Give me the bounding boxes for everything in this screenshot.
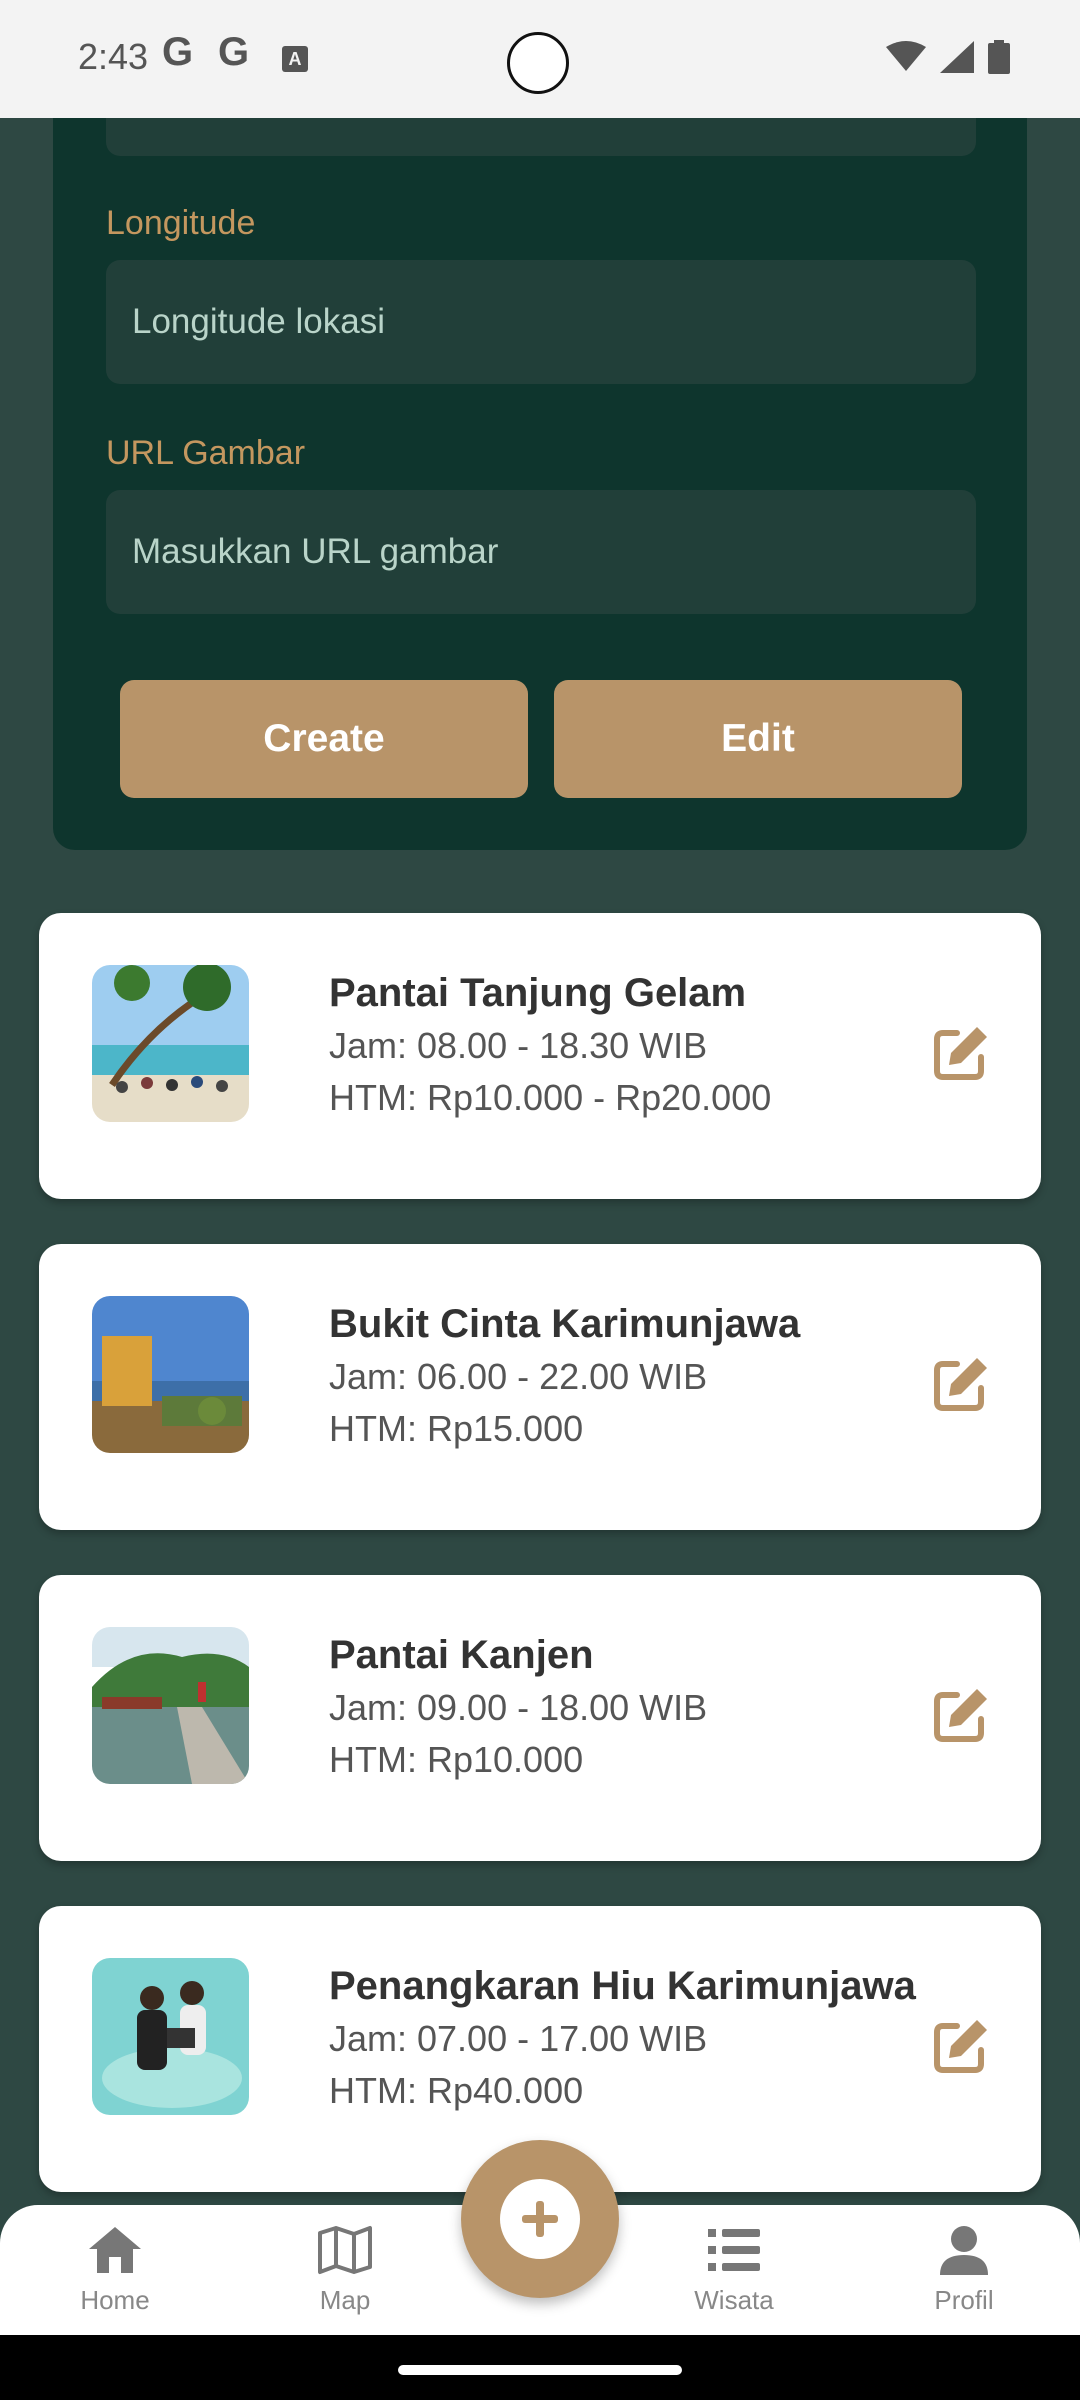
list-item[interactable]: Pantai Kanjen Jam: 09.00 - 18.00 WIB HTM… xyxy=(39,1575,1041,1861)
map-icon xyxy=(318,2226,372,2274)
home-gesture-handle[interactable] xyxy=(398,2365,682,2375)
google-icon: G xyxy=(218,30,250,74)
latitude-input-partial[interactable] xyxy=(106,118,976,156)
edit-icon[interactable] xyxy=(931,1023,991,1083)
longitude-input[interactable] xyxy=(106,260,976,384)
edit-icon[interactable] xyxy=(931,1685,991,1745)
nav-home[interactable]: Home xyxy=(40,2225,190,2316)
item-price: HTM: Rp15.000 xyxy=(329,1408,584,1449)
edit-icon[interactable] xyxy=(931,1354,991,1414)
google-icon: G xyxy=(162,30,194,74)
nav-home-label: Home xyxy=(80,2285,150,2315)
item-title: Penangkaran Hiu Karimunjawa xyxy=(329,1964,916,2008)
wifi-icon xyxy=(886,41,926,71)
create-button[interactable]: Create xyxy=(120,680,528,798)
item-thumbnail xyxy=(92,1296,249,1453)
status-bar: 2:43 G G A xyxy=(0,0,1080,118)
list-item[interactable]: Pantai Tanjung Gelam Jam: 08.00 - 18.30 … xyxy=(39,913,1041,1199)
plus-icon xyxy=(500,2179,580,2259)
add-fab-button[interactable] xyxy=(461,2140,619,2298)
item-price: HTM: Rp10.000 - Rp20.000 xyxy=(329,1077,772,1118)
camera-cutout xyxy=(507,32,569,94)
nav-profil[interactable]: Profil xyxy=(889,2225,1039,2316)
url-gambar-input[interactable] xyxy=(106,490,976,614)
item-hours: Jam: 09.00 - 18.00 WIB xyxy=(329,1687,708,1728)
gesture-bar xyxy=(0,2335,1080,2400)
user-icon xyxy=(940,2226,988,2275)
item-price: HTM: Rp10.000 xyxy=(329,1739,584,1780)
item-hours: Jam: 06.00 - 22.00 WIB xyxy=(329,1356,708,1397)
item-hours: Jam: 08.00 - 18.30 WIB xyxy=(329,1025,708,1066)
a-icon: A xyxy=(282,46,308,72)
item-title: Pantai Kanjen xyxy=(329,1633,594,1677)
edit-button[interactable]: Edit xyxy=(554,680,962,798)
home-icon xyxy=(89,2227,141,2273)
item-thumbnail xyxy=(92,1958,249,2115)
item-thumbnail xyxy=(92,1627,249,1784)
nav-map-label: Map xyxy=(319,2285,371,2315)
item-title: Pantai Tanjung Gelam xyxy=(329,971,747,1015)
nav-profil-label: Profil xyxy=(934,2285,994,2315)
url-gambar-label: URL Gambar xyxy=(106,434,306,472)
edit-icon[interactable] xyxy=(931,2016,991,2076)
battery-icon xyxy=(988,40,1010,74)
list-icon xyxy=(708,2229,760,2271)
status-time: 2:43 xyxy=(78,36,149,77)
longitude-label: Longitude xyxy=(106,204,256,242)
nav-wisata[interactable]: Wisata xyxy=(659,2225,809,2316)
nav-map[interactable]: Map xyxy=(270,2225,420,2316)
item-hours: Jam: 07.00 - 17.00 WIB xyxy=(329,2018,708,2059)
list-item[interactable]: Bukit Cinta Karimunjawa Jam: 06.00 - 22.… xyxy=(39,1244,1041,1530)
nav-wisata-label: Wisata xyxy=(694,2285,774,2315)
item-price: HTM: Rp40.000 xyxy=(329,2070,584,2111)
item-title: Bukit Cinta Karimunjawa xyxy=(329,1302,801,1346)
form-panel: Longitude URL Gambar Create Edit xyxy=(53,118,1027,850)
item-thumbnail xyxy=(92,965,249,1122)
signal-icon xyxy=(940,41,974,73)
